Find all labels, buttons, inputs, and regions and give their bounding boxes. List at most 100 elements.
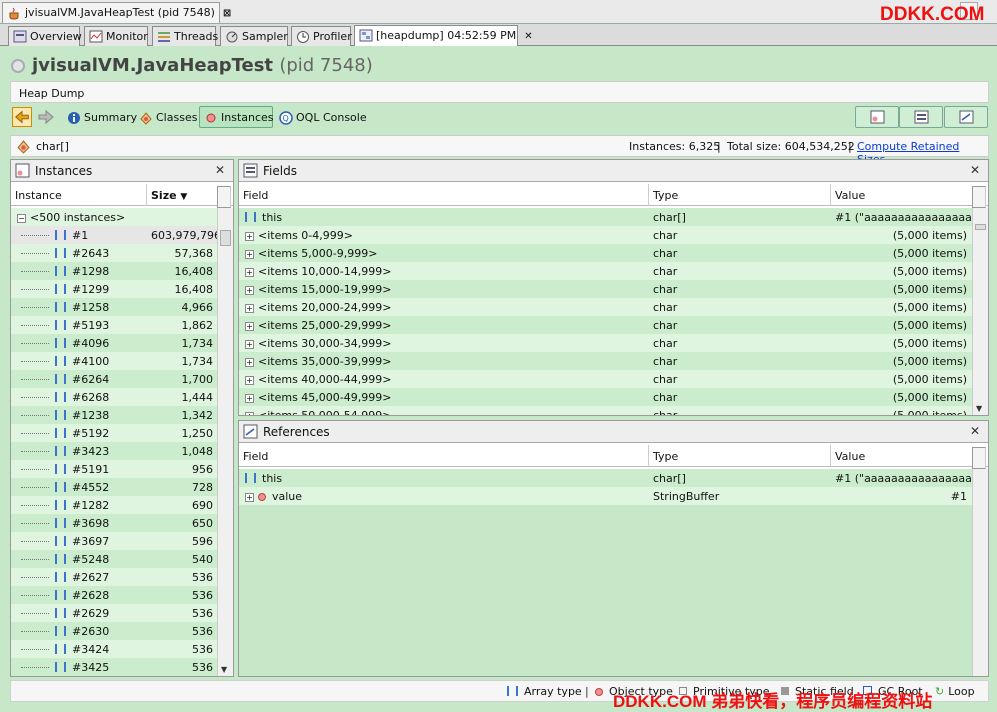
tree-line — [21, 271, 49, 272]
expand-icon[interactable]: + — [245, 340, 254, 349]
instance-row[interactable]: #2627 536 — [11, 568, 217, 586]
field-value: (5,000 items) — [892, 391, 967, 404]
scroll-down-arrow[interactable]: ▼ — [221, 665, 227, 674]
instance-row[interactable]: #1238 1,342 — [11, 406, 217, 424]
field-row[interactable]: + <items 30,000-34,999> char (5,000 items) — [239, 334, 972, 352]
field-row[interactable]: + <items 10,000-14,999> char (5,000 items) — [239, 262, 972, 280]
tab-overview[interactable]: Overview — [8, 26, 82, 46]
document-tab-close-button[interactable]: ⊠ — [223, 8, 231, 19]
view-toggle-fields-button[interactable] — [899, 106, 943, 128]
field-row[interactable]: + <items 0-4,999> char (5,000 items) — [239, 226, 972, 244]
instance-row[interactable]: #5248 540 — [11, 550, 217, 568]
expand-icon[interactable]: + — [245, 304, 254, 313]
expand-icon[interactable]: + — [245, 232, 254, 241]
back-arrow-icon[interactable] — [12, 107, 32, 127]
instance-row[interactable]: #5193 1,862 — [11, 316, 217, 334]
expand-icon[interactable]: + — [245, 412, 254, 415]
instance-row[interactable]: #1282 690 — [11, 496, 217, 514]
field-row[interactable]: + <items 35,000-39,999> char (5,000 items) — [239, 352, 972, 370]
instance-id: #1238 — [72, 409, 110, 422]
tab-sampler[interactable]: Sampler — [220, 26, 288, 46]
instance-row[interactable]: #3423 1,048 — [11, 442, 217, 460]
summary-button[interactable]: Summary — [62, 106, 143, 128]
field-row[interactable]: + <items 5,000-9,999> char (5,000 items) — [239, 244, 972, 262]
references-row[interactable]: + value StringBuffer #1 — [239, 487, 972, 505]
expand-icon[interactable]: + — [245, 493, 254, 502]
expand-icon[interactable]: + — [245, 286, 254, 295]
expand-icon[interactable]: + — [245, 358, 254, 367]
tab-monitor[interactable]: Monitor — [84, 26, 148, 46]
column-type[interactable]: Type — [649, 184, 831, 206]
field-row[interactable]: + <items 40,000-44,999> char (5,000 items) — [239, 370, 972, 388]
references-scrollbar[interactable] — [972, 469, 988, 676]
tab-heapdump[interactable]: [heapdump] 04:52:59 PM ✕ — [354, 25, 533, 46]
column-value[interactable]: Value — [831, 184, 971, 206]
column-chooser-button[interactable] — [972, 447, 986, 469]
fields-panel-close-button[interactable]: ✕ — [970, 163, 980, 177]
instance-row[interactable]: #5192 1,250 — [11, 424, 217, 442]
instance-row[interactable]: #2630 536 — [11, 622, 217, 640]
instance-row[interactable]: #1298 16,408 — [11, 262, 217, 280]
instance-row[interactable]: #2628 536 — [11, 586, 217, 604]
document-tab[interactable]: jvisualVM.JavaHeapTest (pid 7548) ⊠ — [2, 2, 231, 23]
field-row[interactable]: + <items 20,000-24,999> char (5,000 items) — [239, 298, 972, 316]
instances-scrollbar-thumb[interactable] — [220, 230, 231, 246]
column-instance[interactable]: Instance — [11, 184, 147, 206]
instance-row[interactable]: #5191 956 — [11, 460, 217, 478]
instance-row[interactable]: #1258 4,966 — [11, 298, 217, 316]
instances-button[interactable]: Instances — [199, 106, 274, 128]
tab-threads[interactable]: Threads — [152, 26, 218, 46]
instance-row[interactable]: #4552 728 — [11, 478, 217, 496]
view-toggle-references-button[interactable] — [944, 106, 988, 128]
instance-id: #1 — [72, 229, 89, 242]
column-value[interactable]: Value — [831, 445, 971, 467]
column-type[interactable]: Type — [649, 445, 831, 467]
fields-this-row[interactable]: this char[] #1 ("aaaaaaaaaaaaaaaaa... — [239, 208, 972, 226]
forward-arrow-icon[interactable] — [36, 107, 56, 127]
section-header: Heap Dump — [10, 81, 989, 103]
field-row[interactable]: + <items 50,000-54,999> char(5,000 items) — [239, 406, 972, 415]
view-toggle-instances-button[interactable] — [855, 106, 899, 128]
instance-id: #1298 — [72, 265, 110, 278]
tab-heapdump-close-button[interactable]: ✕ — [524, 31, 532, 42]
instance-row[interactable]: #2643 57,368 — [11, 244, 217, 262]
column-field[interactable]: Field — [239, 184, 649, 206]
expand-icon[interactable]: + — [245, 376, 254, 385]
oql-console-button[interactable]: Q OQL Console — [274, 106, 373, 128]
column-chooser-button[interactable] — [217, 186, 231, 208]
expand-icon[interactable]: + — [245, 322, 254, 331]
field-row[interactable]: + <items 45,000-49,999> char (5,000 items) — [239, 388, 972, 406]
collapse-icon[interactable]: − — [17, 214, 26, 223]
tab-profiler[interactable]: Profiler — [291, 26, 352, 46]
references-this-row[interactable]: this char[] #1 ("aaaaaaaaaaaaaaaaa... — [239, 469, 972, 487]
instance-row[interactable]: #3424 536 — [11, 640, 217, 658]
instance-row[interactable]: #6268 1,444 — [11, 388, 217, 406]
column-field[interactable]: Field — [239, 445, 649, 467]
column-size[interactable]: Size ▼ — [147, 184, 217, 206]
instance-row[interactable]: #1 603,979,796 — [11, 226, 217, 244]
instances-scrollbar[interactable]: ▼ — [217, 208, 233, 676]
expand-icon[interactable]: + — [245, 394, 254, 403]
instances-panel-close-button[interactable]: ✕ — [215, 163, 225, 177]
expand-icon[interactable]: + — [245, 268, 254, 277]
field-type: char — [653, 301, 678, 314]
instance-row[interactable]: #4100 1,734 — [11, 352, 217, 370]
instance-row[interactable]: #4096 1,734 — [11, 334, 217, 352]
instance-row[interactable]: #3425 536 — [11, 658, 217, 676]
instance-row[interactable]: #2629 536 — [11, 604, 217, 622]
tree-root[interactable]: − <500 instances> — [11, 208, 217, 226]
instances-panel: Instances ✕ Instance Size ▼ − <500 instan… — [10, 159, 234, 677]
column-chooser-button[interactable] — [972, 186, 986, 208]
field-row[interactable]: + <items 25,000-29,999> char (5,000 items) — [239, 316, 972, 334]
instance-row[interactable]: #3698 650 — [11, 514, 217, 532]
expand-icon[interactable]: + — [245, 250, 254, 259]
field-row[interactable]: + <items 15,000-19,999> char (5,000 items) — [239, 280, 972, 298]
classes-button[interactable]: Classes — [134, 106, 203, 128]
instance-row[interactable]: #3697 596 — [11, 532, 217, 550]
fields-scrollbar-thumb[interactable] — [975, 224, 986, 230]
instance-row[interactable]: #6264 1,700 — [11, 370, 217, 388]
fields-scrollbar[interactable]: ▼ — [972, 208, 988, 415]
references-panel-close-button[interactable]: ✕ — [970, 424, 980, 438]
instance-row[interactable]: #1299 16,408 — [11, 280, 217, 298]
scroll-down-arrow[interactable]: ▼ — [976, 404, 982, 413]
